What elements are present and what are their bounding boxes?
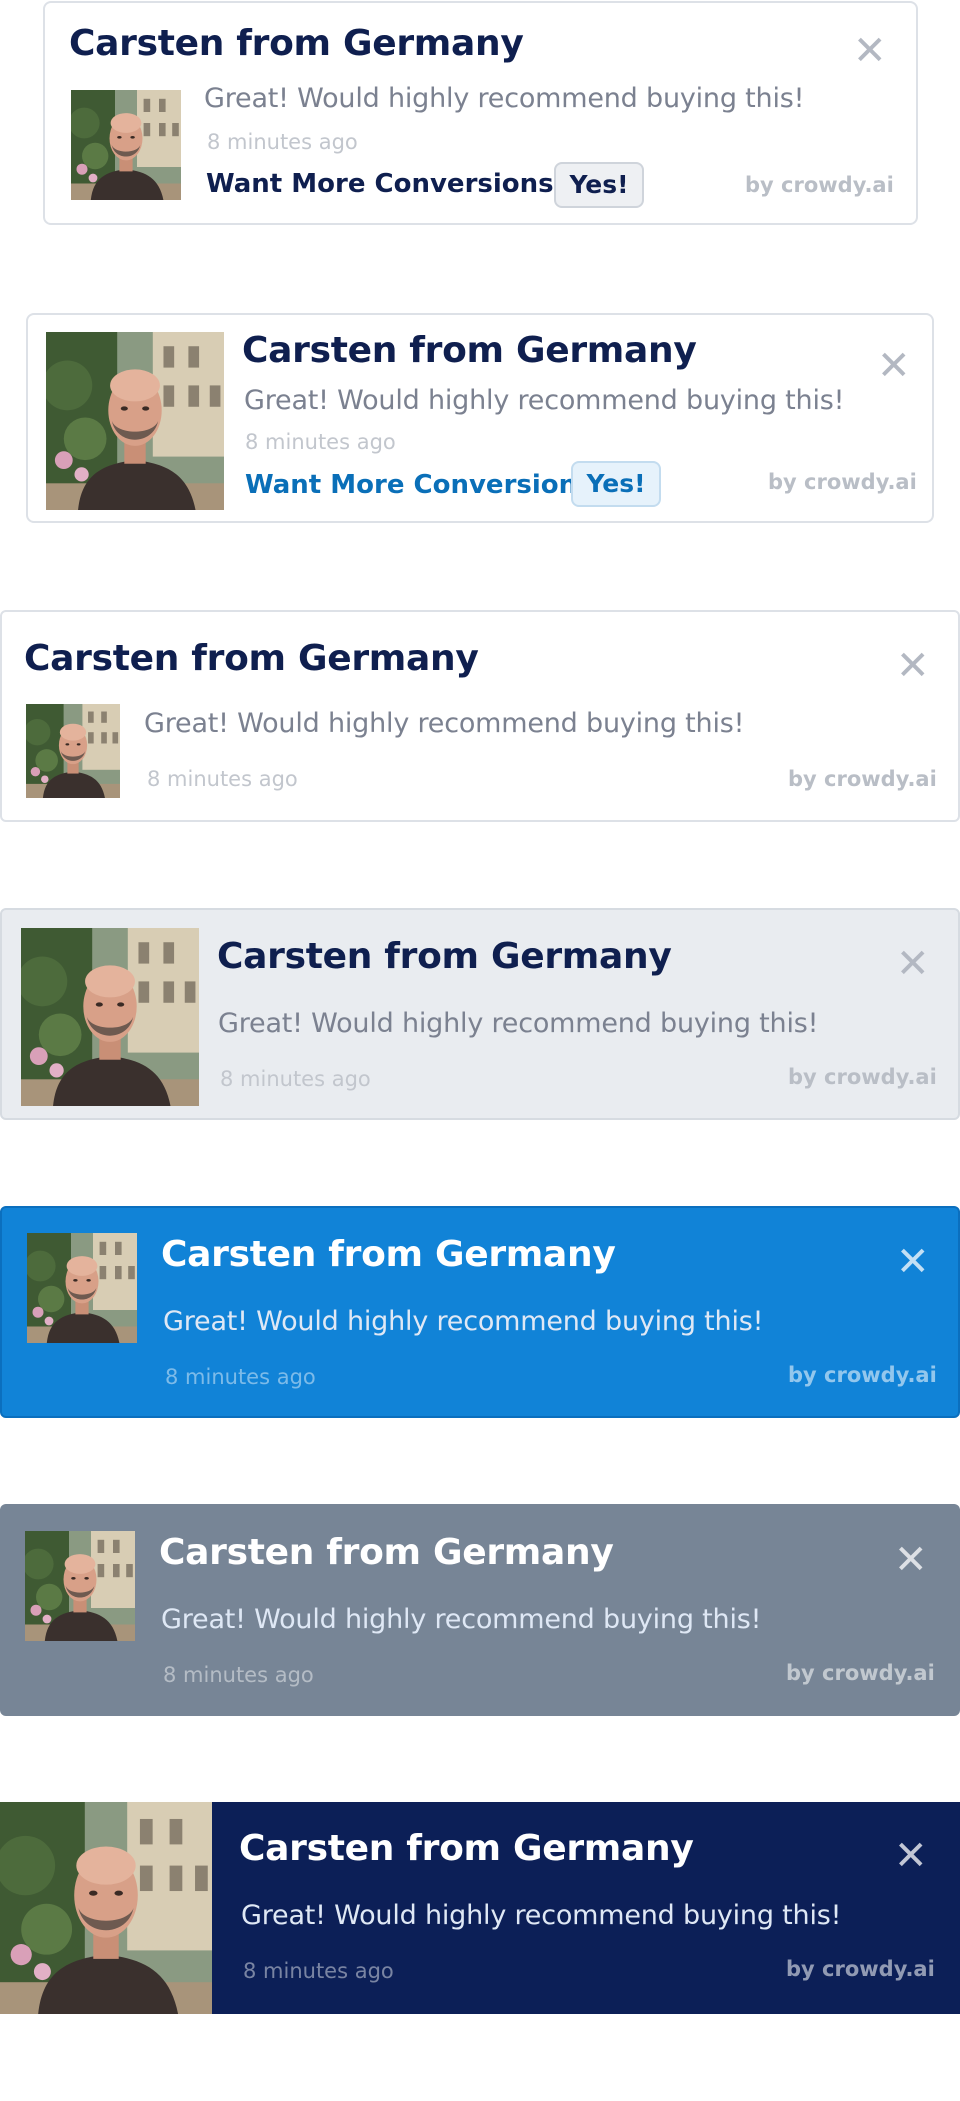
close-icon[interactable]: ✕ (877, 346, 911, 386)
avatar-photo (0, 1802, 212, 2014)
notification-time: 8 minutes ago (165, 1365, 316, 1389)
notification-message: Great! Would highly recommend buying thi… (218, 1008, 819, 1039)
notification-time: 8 minutes ago (220, 1067, 371, 1091)
avatar-photo (25, 1531, 135, 1641)
powered-by-label: by crowdy.ai (786, 1661, 935, 1685)
avatar-photo (71, 90, 181, 200)
notification-title: Carsten from Germany (239, 1828, 694, 1869)
avatar-photo (26, 704, 120, 798)
powered-by-label: by crowdy.ai (788, 1363, 937, 1387)
notification-card-2[interactable]: Carsten from Germany ✕ Great! Would high… (26, 313, 934, 523)
notification-title: Carsten from Germany (24, 638, 479, 679)
notification-time: 8 minutes ago (147, 767, 298, 791)
notification-message: Great! Would highly recommend buying thi… (161, 1604, 762, 1635)
powered-by-label: by crowdy.ai (788, 1065, 937, 1089)
notification-card-6[interactable]: Carsten from Germany ✕ Great! Would high… (0, 1504, 960, 1716)
notification-card-3[interactable]: Carsten from Germany ✕ Great! Would high… (0, 610, 960, 822)
powered-by-label: by crowdy.ai (745, 173, 894, 197)
cta-text[interactable]: Want More Conversions? (206, 169, 569, 199)
notification-message: Great! Would highly recommend buying thi… (144, 708, 745, 739)
notification-time: 8 minutes ago (163, 1663, 314, 1687)
notification-card-7[interactable]: Carsten from Germany ✕ Great! Would high… (0, 1802, 960, 2014)
avatar-photo (21, 928, 199, 1106)
close-icon[interactable]: ✕ (896, 1242, 930, 1282)
close-icon[interactable]: ✕ (853, 31, 887, 71)
powered-by-label: by crowdy.ai (788, 767, 937, 791)
cta-text[interactable]: Want More Conversions? (245, 470, 608, 500)
notification-card-1[interactable]: Carsten from Germany ✕ Great! Would high… (43, 1, 918, 225)
yes-button[interactable]: Yes! (554, 162, 644, 208)
close-icon[interactable]: ✕ (894, 1836, 928, 1876)
notification-title: Carsten from Germany (242, 330, 697, 371)
notification-message: Great! Would highly recommend buying thi… (244, 385, 845, 416)
notification-message: Great! Would highly recommend buying thi… (241, 1900, 842, 1931)
powered-by-label: by crowdy.ai (768, 470, 917, 494)
notification-message: Great! Would highly recommend buying thi… (204, 83, 805, 114)
notification-time: 8 minutes ago (245, 430, 396, 454)
notification-time: 8 minutes ago (243, 1959, 394, 1983)
notification-message: Great! Would highly recommend buying thi… (163, 1306, 764, 1337)
notification-card-4[interactable]: Carsten from Germany ✕ Great! Would high… (0, 908, 960, 1120)
notification-title: Carsten from Germany (161, 1234, 616, 1275)
notification-title: Carsten from Germany (69, 23, 524, 64)
avatar-photo (27, 1233, 137, 1343)
close-icon[interactable]: ✕ (896, 646, 930, 686)
notification-card-5[interactable]: Carsten from Germany ✕ Great! Would high… (0, 1206, 960, 1418)
notification-title: Carsten from Germany (217, 936, 672, 977)
avatar-photo (46, 332, 224, 510)
close-icon[interactable]: ✕ (896, 944, 930, 984)
notification-time: 8 minutes ago (207, 130, 358, 154)
notification-title: Carsten from Germany (159, 1532, 614, 1573)
yes-button[interactable]: Yes! (571, 461, 661, 507)
close-icon[interactable]: ✕ (894, 1540, 928, 1580)
powered-by-label: by crowdy.ai (786, 1957, 935, 1981)
